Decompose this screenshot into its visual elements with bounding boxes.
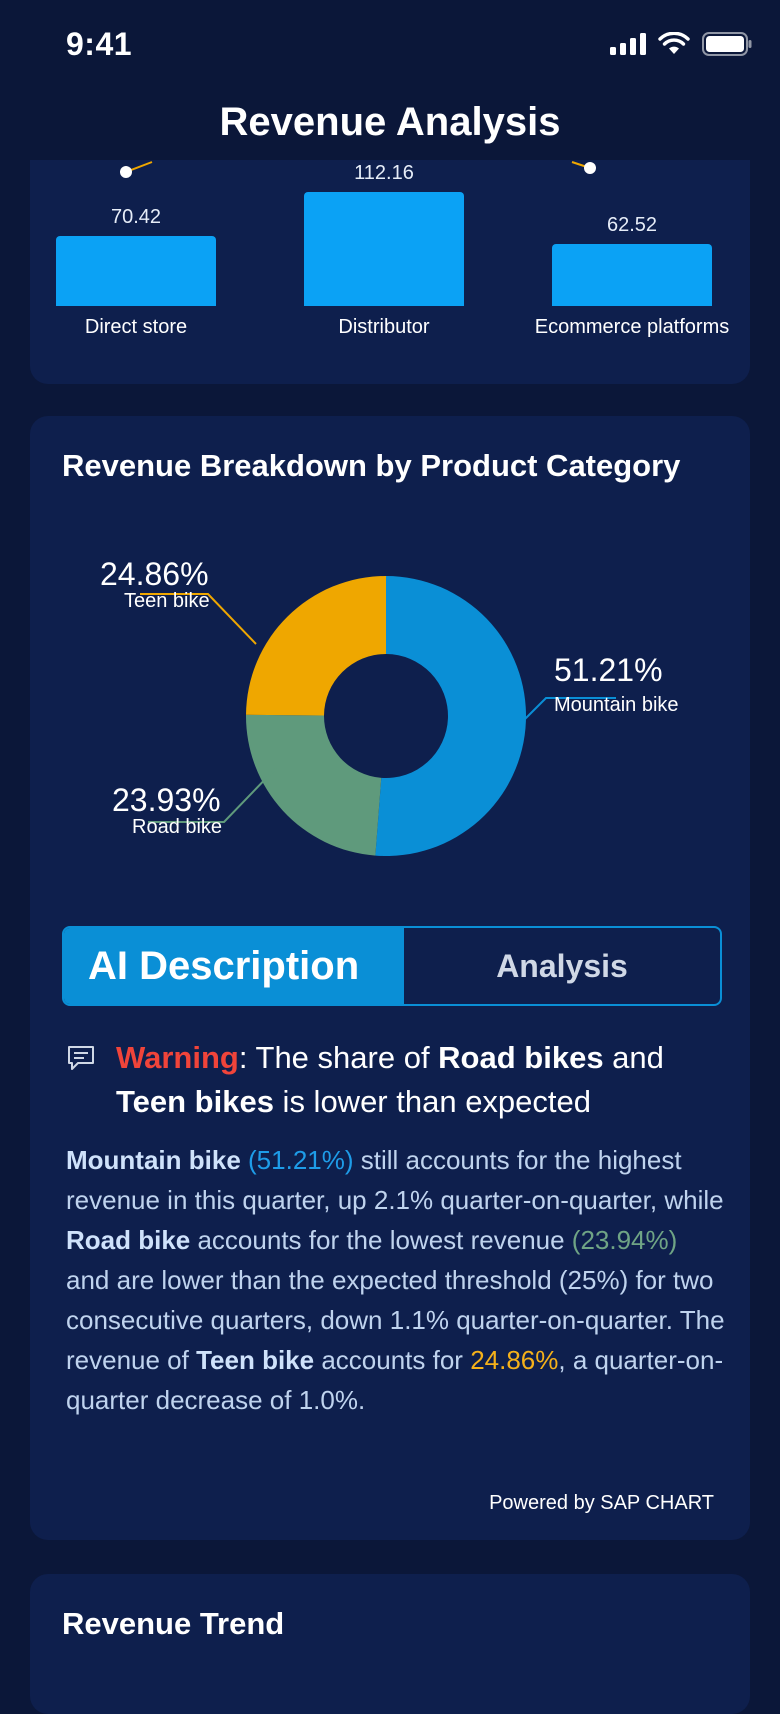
donut-slice-road-bike[interactable] [246, 714, 382, 856]
status-time: 9:41 [66, 26, 133, 62]
bar-label-ecommerce-platforms: Ecommerce platforms [534, 316, 730, 338]
slice-label-teen-bike: Teen bike [124, 590, 210, 612]
tab-analysis[interactable]: Analysis [404, 928, 720, 1004]
wifi-icon [658, 32, 690, 54]
slice-percent-road-bike: 23.93% [112, 782, 221, 818]
status-icons [610, 32, 752, 56]
status-bar: 9:41 [0, 0, 780, 92]
bar-value-direct-store: 70.42 [110, 206, 162, 228]
bar-distributor [304, 192, 464, 306]
desc-emphasis-road-bike: Road bike [66, 1225, 191, 1255]
bar-value-ecommerce-platforms: 62.52 [606, 214, 658, 236]
revenue-trend-card: Revenue Trend [30, 1574, 750, 1714]
donut-slice-mountain-bike[interactable] [375, 576, 527, 856]
bar-ecommerce-platforms [552, 244, 712, 306]
desc-emphasis-mountain-bike: Mountain bike [66, 1145, 241, 1175]
slice-percent-teen-bike: 24.86% [100, 556, 209, 592]
cellular-signal-icon [610, 33, 646, 55]
slice-percent-mountain-bike: 51.21% [554, 652, 663, 688]
bar-direct-store [56, 236, 216, 306]
powered-by-label: Powered by SAP CHART [489, 1492, 714, 1514]
tab-ai-description[interactable]: AI Description [64, 928, 404, 1004]
desc-text-part: accounts for the lowest revenue [190, 1225, 572, 1255]
bar-label-direct-store: Direct store [84, 316, 188, 338]
bar-value-distributor: 112.16 [354, 162, 414, 184]
warning-emphasis-road-bikes: Road bikes [438, 1040, 604, 1075]
bar-label-distributor: Distributor [338, 316, 430, 338]
desc-percent-road-bike: (23.94%) [571, 1225, 678, 1255]
battery-icon [702, 32, 752, 56]
trend-point-left [120, 166, 132, 178]
revenue-breakdown-card: Revenue Breakdown by Product Category 51… [30, 416, 750, 1540]
donut-slice-teen-bike[interactable] [246, 576, 386, 716]
trend-point-right [584, 162, 596, 174]
comment-icon [68, 1046, 94, 1070]
desc-percent-mountain-bike: (51.21%) [248, 1145, 354, 1175]
warning-text-part: is lower than expected [273, 1084, 592, 1119]
warning-label: Warning [116, 1040, 239, 1075]
warning-text-part: : The share of [238, 1040, 439, 1075]
warning-text: Warning: The share of Road bikes and Tee… [116, 1036, 716, 1124]
page-title: Revenue Analysis [219, 100, 561, 144]
card-title: Revenue Breakdown by Product Category [62, 448, 681, 483]
slice-label-mountain-bike: Mountain bike [554, 694, 679, 716]
ai-description-text: Mountain bike (51.21%) still accounts fo… [66, 1140, 726, 1420]
description-tabs: AI Description Analysis [62, 926, 722, 1006]
desc-percent-teen-bike: 24.86% [470, 1345, 559, 1375]
warning-text-part: and [603, 1040, 664, 1075]
bar-chart-card: 70.42 112.16 62.52 Direct store Distribu… [30, 160, 750, 384]
card-title: Revenue Trend [62, 1606, 285, 1641]
warning-emphasis-teen-bikes: Teen bikes [116, 1084, 274, 1119]
desc-emphasis-teen-bike: Teen bike [196, 1345, 315, 1375]
slice-label-road-bike: Road bike [132, 816, 223, 838]
desc-text-part: accounts for [314, 1345, 471, 1375]
